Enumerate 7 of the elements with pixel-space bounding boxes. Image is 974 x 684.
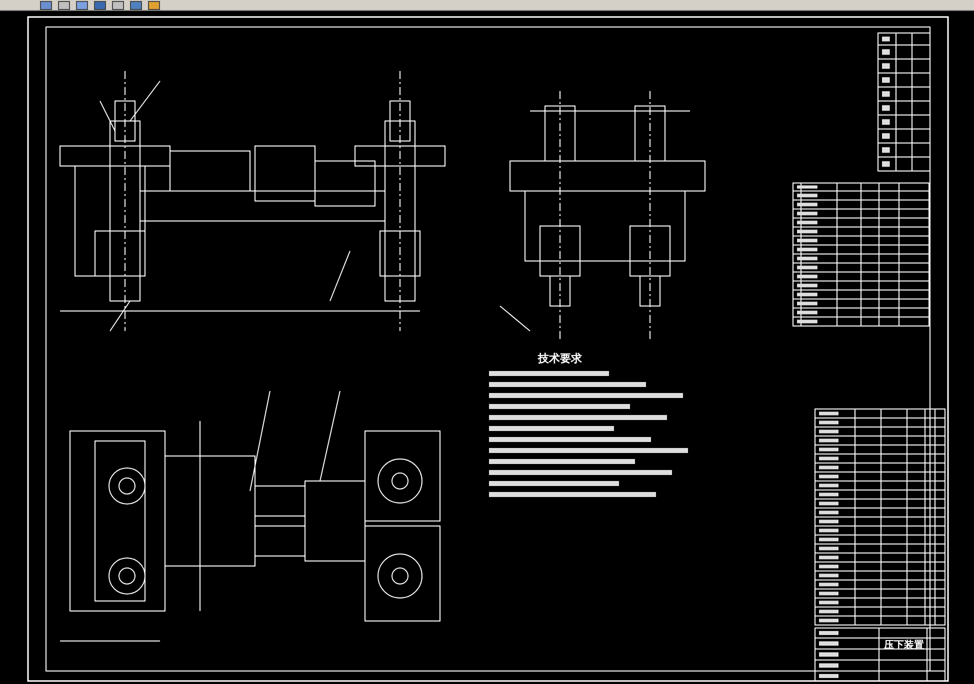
toolbar-icon[interactable] xyxy=(112,1,124,10)
toolbar-icon[interactable] xyxy=(76,1,88,10)
toolbar-icon[interactable] xyxy=(148,1,160,10)
toolbar-icon[interactable] xyxy=(40,1,52,10)
toolbar-icon[interactable] xyxy=(58,1,70,10)
requirements-heading: 技术要求 xyxy=(538,351,582,366)
toolbar-icon[interactable] xyxy=(130,1,142,10)
